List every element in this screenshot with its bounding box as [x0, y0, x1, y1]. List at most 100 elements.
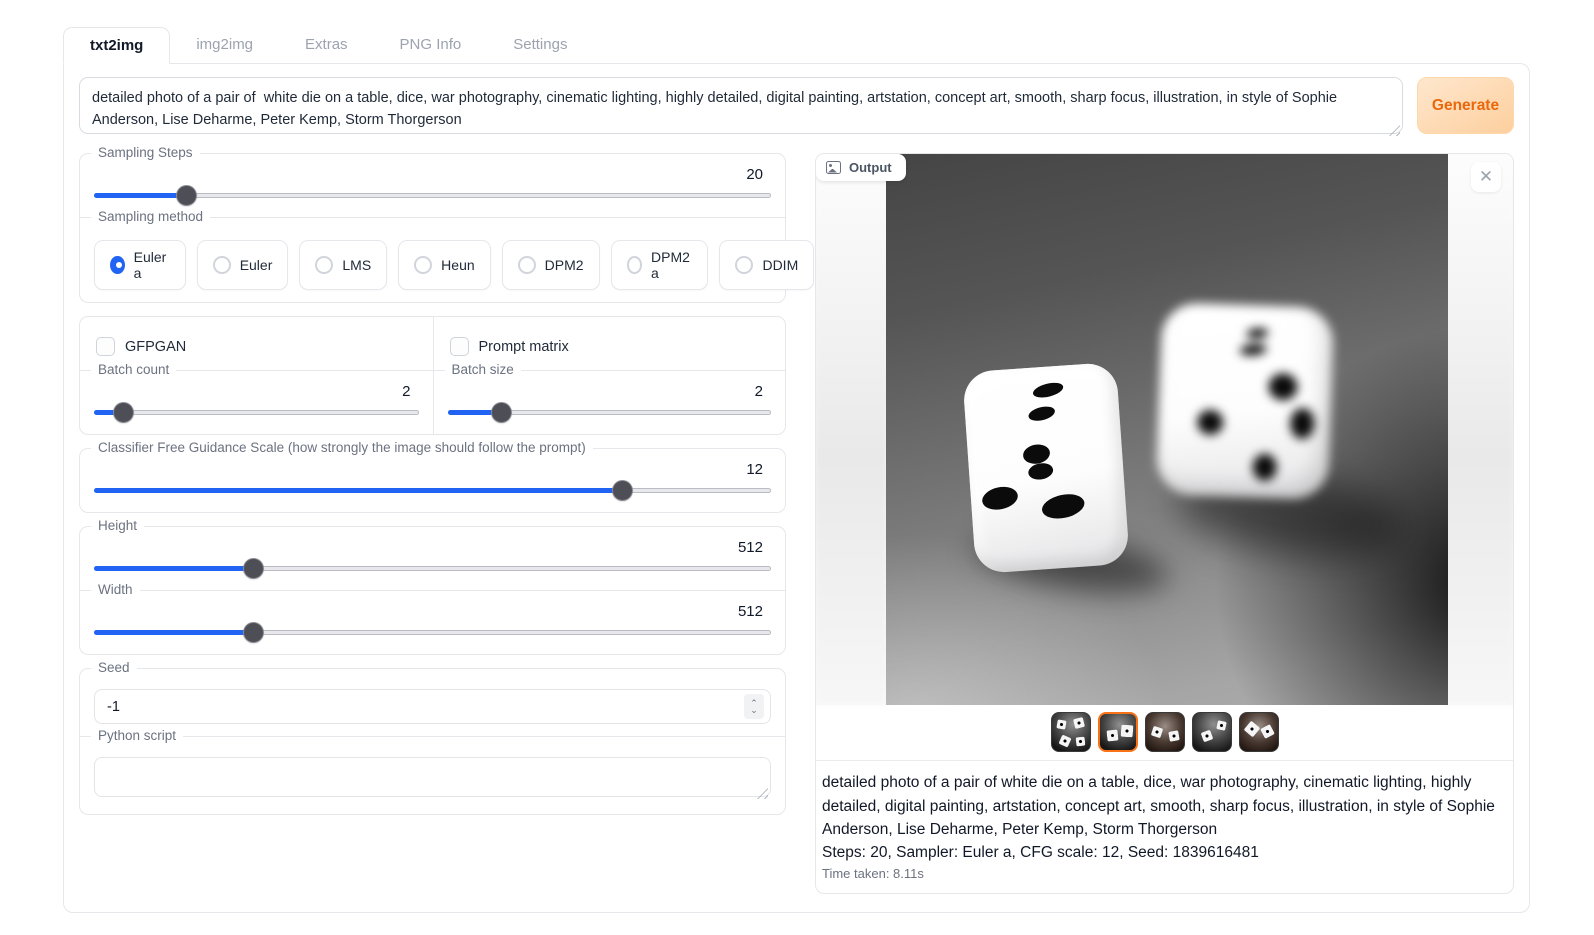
gfpgan-row[interactable]: GFPGAN [94, 333, 419, 358]
prompt-matrix-checkbox[interactable] [450, 337, 469, 356]
script-section: Python script [80, 736, 785, 814]
option-label: DPM2 [545, 257, 584, 273]
gallery-thumb-3[interactable] [1145, 712, 1185, 752]
batch-size-label: Batch size [445, 362, 521, 377]
option-label: Euler [240, 257, 273, 273]
caption-time-text: Time taken: 8.11s [822, 866, 1507, 881]
sampling-option-dpm2[interactable]: DPM2 [502, 240, 600, 290]
number-spinner[interactable]: ⌃⌄ [744, 694, 764, 719]
sampling-option-heun[interactable]: Heun [398, 240, 490, 290]
slider-track [94, 410, 419, 415]
generated-image[interactable] [886, 154, 1448, 705]
sampling-panel: Sampling Steps 20 Sampling method [79, 153, 786, 303]
close-icon[interactable]: ✕ [1471, 162, 1501, 192]
sampling-method-section: Sampling method Euler a Euler [80, 217, 785, 302]
gfpgan-label: GFPGAN [125, 339, 186, 355]
slider-thumb[interactable] [114, 403, 133, 422]
radio-icon [518, 256, 536, 274]
prompt-box: detailed photo of a pair of white die on… [79, 77, 1403, 139]
seed-input-wrap: ⌃⌄ [94, 689, 771, 724]
batch-count-label: Batch count [91, 362, 176, 377]
image-letterbox-right [1443, 154, 1513, 705]
radio-checked-icon [110, 256, 125, 274]
width-slider[interactable] [94, 622, 771, 642]
slider-fill [94, 566, 253, 571]
slider-fill [94, 488, 622, 493]
tab-png-info[interactable]: PNG Info [374, 27, 488, 63]
sampling-steps-slider[interactable] [94, 185, 771, 205]
sampling-option-euler-a[interactable]: Euler a [94, 240, 186, 290]
sampling-method-options: Euler a Euler LMS [94, 240, 771, 290]
slider-fill [94, 630, 253, 635]
sampling-steps-section: Sampling Steps 20 [80, 154, 785, 217]
slider-thumb[interactable] [613, 481, 632, 500]
options-batch-panel: GFPGAN Prompt matrix Batch count 2 [79, 316, 786, 435]
height-value: 512 [94, 539, 771, 556]
radio-icon [213, 256, 231, 274]
caption-params-text: Steps: 20, Sampler: Euler a, CFG scale: … [822, 844, 1507, 862]
prompt-input[interactable]: detailed photo of a pair of white die on… [79, 77, 1403, 134]
dimensions-panel: Height 512 Width 512 [79, 526, 786, 655]
cfg-value: 12 [94, 461, 771, 478]
sampling-steps-value: 20 [94, 166, 771, 183]
gfpgan-checkbox[interactable] [96, 337, 115, 356]
width-label: Width [91, 582, 140, 597]
batch-count-slider[interactable] [94, 402, 419, 422]
prompt-matrix-row[interactable]: Prompt matrix [448, 333, 772, 358]
seed-input[interactable] [94, 689, 771, 724]
width-value: 512 [94, 603, 771, 620]
cfg-panel: Classifier Free Guidance Scale (how stro… [79, 448, 786, 513]
height-slider[interactable] [94, 558, 771, 578]
tab-txt2img[interactable]: txt2img [63, 27, 170, 64]
batch-size-slider[interactable] [448, 402, 772, 422]
output-caption: detailed photo of a pair of white die on… [816, 760, 1513, 893]
option-label: LMS [342, 257, 371, 273]
generate-button[interactable]: Generate [1417, 77, 1514, 134]
die-right [1156, 302, 1335, 500]
batch-size-value: 2 [448, 383, 772, 400]
sampling-method-label: Sampling method [91, 209, 210, 224]
radio-icon [414, 256, 432, 274]
sampling-option-euler[interactable]: Euler [197, 240, 289, 290]
slider-thumb[interactable] [177, 186, 196, 205]
batch-count-cell: Batch count 2 [80, 370, 433, 434]
radio-icon [735, 256, 753, 274]
gallery-thumb-2-selected[interactable] [1098, 712, 1138, 752]
python-script-input[interactable] [94, 757, 771, 797]
sampling-steps-label: Sampling Steps [91, 145, 200, 160]
gallery-thumb-5[interactable] [1239, 712, 1279, 752]
slider-thumb[interactable] [492, 403, 511, 422]
option-label: Heun [441, 257, 474, 273]
height-section: Height 512 [80, 527, 785, 590]
cfg-slider[interactable] [94, 480, 771, 500]
prompt-matrix-label: Prompt matrix [479, 339, 569, 355]
tab-settings[interactable]: Settings [487, 27, 593, 63]
die-left [962, 362, 1130, 574]
width-section: Width 512 [80, 590, 785, 654]
sampling-option-ddim[interactable]: DDIM [719, 240, 814, 290]
tab-extras[interactable]: Extras [279, 27, 374, 63]
gallery-area: Output ✕ [816, 154, 1513, 705]
slider-fill [94, 193, 186, 198]
settings-column: Sampling Steps 20 Sampling method [79, 153, 786, 894]
radio-icon [315, 256, 333, 274]
image-icon [826, 161, 841, 174]
sampling-option-lms[interactable]: LMS [299, 240, 387, 290]
slider-thumb[interactable] [244, 623, 263, 642]
batch-size-cell: Batch size 2 [433, 370, 786, 434]
output-column: Output ✕ [815, 153, 1514, 894]
seed-script-panel: Seed ⌃⌄ Python script [79, 668, 786, 815]
radio-icon [627, 256, 642, 274]
gallery-thumb-1[interactable] [1051, 712, 1091, 752]
tab-img2img[interactable]: img2img [170, 27, 279, 63]
height-label: Height [91, 518, 144, 533]
option-label: DPM2 a [651, 249, 692, 281]
python-script-label: Python script [91, 728, 183, 743]
gallery-thumb-4[interactable] [1192, 712, 1232, 752]
batch-count-value: 2 [94, 383, 419, 400]
sampling-option-dpm2a[interactable]: DPM2 a [611, 240, 709, 290]
script-input-wrap [94, 757, 771, 802]
slider-thumb[interactable] [244, 559, 263, 578]
caption-prompt-text: detailed photo of a pair of white die on… [822, 771, 1507, 842]
tab-bar: txt2img img2img Extras PNG Info Settings [63, 27, 1530, 63]
